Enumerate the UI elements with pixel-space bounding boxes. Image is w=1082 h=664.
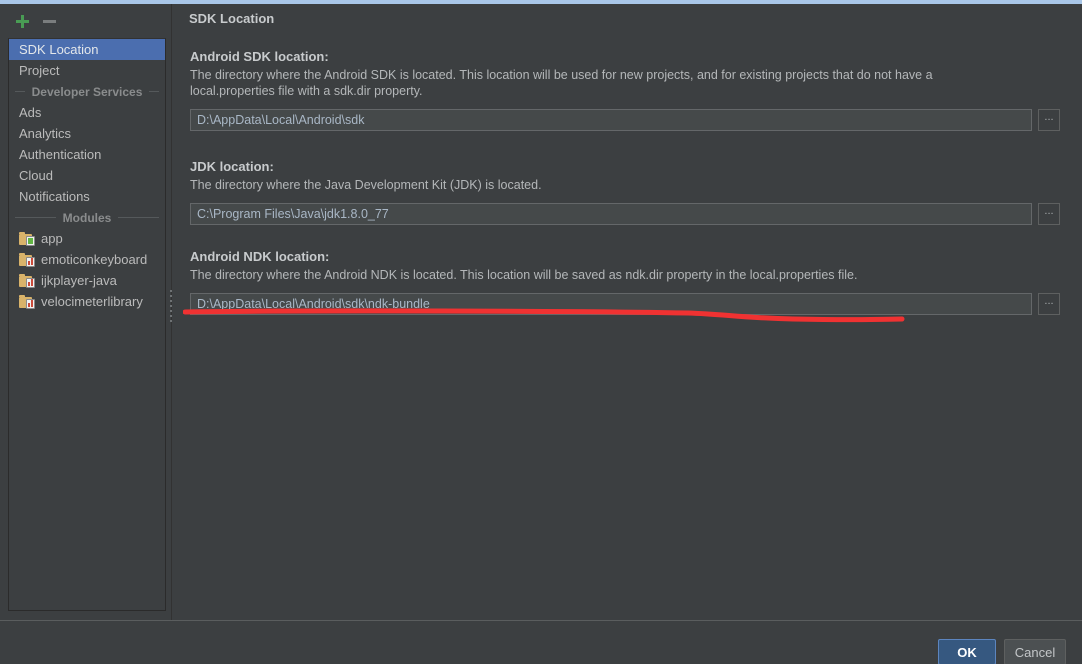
plus-icon	[15, 14, 29, 28]
field-row: C:\Program Files\Java\jdk1.8.0_77 ...	[190, 203, 1060, 225]
sidebar-item-velocimeterlibrary[interactable]: velocimeterlibrary	[9, 291, 165, 312]
section-description: The directory where the Android SDK is l…	[190, 68, 933, 98]
section-description: The directory where the Android NDK is l…	[190, 268, 858, 282]
separator-line-right	[118, 217, 160, 218]
separator-line-left	[15, 91, 25, 92]
browse-button[interactable]: ...	[1038, 293, 1060, 315]
sdk-location-dialog: SDK Location Project Developer Services …	[0, 0, 1082, 664]
jdk-location-input[interactable]: C:\Program Files\Java\jdk1.8.0_77	[190, 203, 1032, 225]
sidebar-list[interactable]: SDK Location Project Developer Services …	[8, 38, 166, 611]
android-ndk-location-input[interactable]: D:\AppData\Local\Android\sdk\ndk-bundle	[190, 293, 1032, 315]
sidebar-item-emoticonkeyboard[interactable]: emoticonkeyboard	[9, 249, 165, 270]
sidebar-item-notifications[interactable]: Notifications	[9, 186, 165, 207]
sidebar-item-authentication[interactable]: Authentication	[9, 144, 165, 165]
sidebar-item-label: ijkplayer-java	[41, 273, 117, 288]
library-module-icon	[19, 273, 35, 288]
splitter-handle[interactable]	[169, 290, 174, 322]
section-android-ndk-location: Android NDK location: The directory wher…	[190, 249, 1070, 315]
add-module-button[interactable]	[11, 10, 33, 32]
section-title: Android SDK location:	[190, 49, 329, 64]
minus-icon	[42, 19, 56, 23]
sidebar-item-label: emoticonkeyboard	[41, 252, 148, 267]
sidebar-item-ijkplayer-java[interactable]: ijkplayer-java	[9, 270, 165, 291]
ok-button[interactable]: OK	[938, 639, 996, 664]
group-header-developer-services: Developer Services	[9, 81, 165, 102]
sidebar-item-label: Ads	[19, 105, 42, 120]
sidebar-item-label: SDK Location	[19, 42, 99, 57]
dialog-footer: OK Cancel	[0, 621, 1082, 664]
sidebar-item-app[interactable]: app	[9, 228, 165, 249]
group-label: Developer Services	[31, 84, 143, 99]
section-title: Android NDK location:	[190, 249, 330, 264]
group-header-modules: Modules	[9, 207, 165, 228]
sidebar-item-label: Project	[19, 63, 60, 78]
sidebar-item-sdk-location[interactable]: SDK Location	[9, 39, 165, 60]
sidebar-item-cloud[interactable]: Cloud	[9, 165, 165, 186]
sidebar-panel: SDK Location Project Developer Services …	[0, 4, 166, 620]
cancel-button[interactable]: Cancel	[1004, 639, 1066, 664]
sidebar-item-label: Analytics	[19, 126, 72, 141]
library-module-icon	[19, 252, 35, 267]
separator-line-right	[149, 91, 159, 92]
sidebar-item-label: Cloud	[19, 168, 53, 183]
android-module-icon	[19, 231, 35, 246]
sidebar-item-ads[interactable]: Ads	[9, 102, 165, 123]
group-label: Modules	[62, 210, 112, 225]
page-title: SDK Location	[189, 11, 275, 26]
settings-content: SDK Location Android SDK location: The d…	[180, 4, 1082, 620]
sidebar-item-label: velocimeterlibrary	[41, 294, 143, 309]
remove-module-button[interactable]	[38, 10, 60, 32]
browse-button[interactable]: ...	[1038, 109, 1060, 131]
sidebar-item-label: app	[41, 231, 63, 246]
library-module-icon	[19, 294, 35, 309]
sidebar-item-project[interactable]: Project	[9, 60, 165, 81]
sidebar-toolbar	[0, 4, 166, 36]
sidebar-item-label: Authentication	[19, 147, 102, 162]
section-jdk-location: JDK location: The directory where the Ja…	[190, 159, 1070, 225]
section-android-sdk-location: Android SDK location: The directory wher…	[190, 49, 1070, 131]
separator-line-left	[15, 217, 56, 218]
section-title: JDK location:	[190, 159, 274, 174]
sidebar-item-analytics[interactable]: Analytics	[9, 123, 165, 144]
section-description: The directory where the Java Development…	[190, 178, 542, 192]
browse-button[interactable]: ...	[1038, 203, 1060, 225]
android-sdk-location-input[interactable]: D:\AppData\Local\Android\sdk	[190, 109, 1032, 131]
field-row: D:\AppData\Local\Android\sdk ...	[190, 109, 1060, 131]
field-row: D:\AppData\Local\Android\sdk\ndk-bundle …	[190, 293, 1060, 315]
sidebar-item-label: Notifications	[19, 189, 90, 204]
